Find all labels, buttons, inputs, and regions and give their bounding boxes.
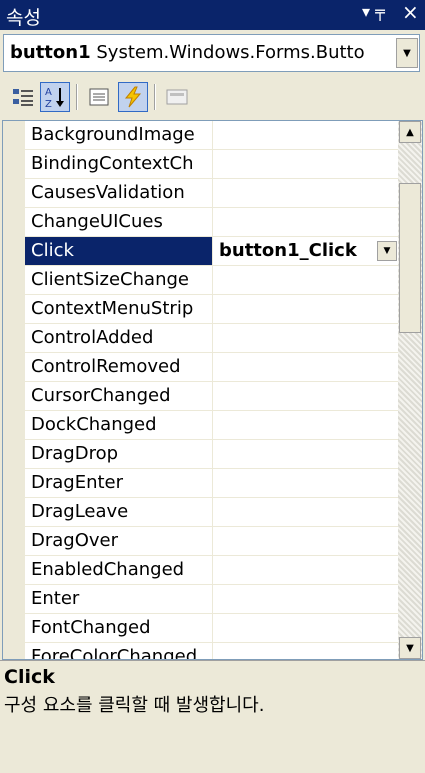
help-description: 구성 요소를 클릭할 때 발생합니다.: [4, 695, 265, 716]
grid-row-dragleave[interactable]: DragLeave: [25, 498, 399, 527]
grid-row-cursorchanged[interactable]: CursorChanged: [25, 382, 399, 411]
grid-row-enter[interactable]: Enter: [25, 585, 399, 614]
grid-row-bindingcontextchanged[interactable]: BindingContextCh: [25, 150, 399, 179]
alphabetical-icon: A Z: [45, 87, 64, 109]
object-type: System.Windows.Forms.Butto: [96, 42, 365, 63]
value-dropdown-icon[interactable]: ▼: [377, 241, 397, 261]
properties-icon: [89, 88, 109, 106]
grid-row-dragdrop[interactable]: DragDrop: [25, 440, 399, 469]
grid-row-enabledchanged[interactable]: EnabledChanged: [25, 556, 399, 585]
grid-row-fontchanged[interactable]: FontChanged: [25, 614, 399, 643]
window-title: 속성: [6, 7, 41, 29]
properties-button[interactable]: [84, 82, 114, 112]
grid-row-controladded[interactable]: ControlAdded: [25, 324, 399, 353]
help-panel: Click 구성 요소를 클릭할 때 발생합니다.: [0, 660, 425, 773]
property-pages-icon: [166, 89, 188, 105]
properties-titlebar: 속성 ▾ ╤ ×: [0, 0, 425, 30]
grid-row-clientsizechanged[interactable]: ClientSizeChange: [25, 266, 399, 295]
svg-text:Z: Z: [45, 99, 52, 109]
scroll-up-icon[interactable]: ▲: [399, 121, 421, 143]
grid-row-click[interactable]: Click button1_Click ▼: [25, 237, 399, 266]
categorized-icon: [13, 89, 33, 106]
object-selector[interactable]: button1 System.Windows.Forms.Butto ▼: [3, 34, 420, 72]
grid-row-causesvalidation[interactable]: CausesValidation: [25, 179, 399, 208]
grid-row-dragenter[interactable]: DragEnter: [25, 469, 399, 498]
chevron-down-icon[interactable]: ▼: [396, 38, 418, 68]
help-title: Click: [4, 666, 55, 688]
selected-property-name: Click: [25, 237, 213, 265]
object-name: button1: [10, 42, 91, 63]
grid-row-backgroundimage[interactable]: BackgroundImage: [25, 121, 399, 150]
click-handler-value[interactable]: button1_Click: [214, 237, 399, 265]
toolbar: A Z: [0, 76, 425, 118]
property-grid: BackgroundImage BindingContextCh CausesV…: [2, 120, 423, 660]
grid-row-changeuicues[interactable]: ChangeUICues: [25, 208, 399, 237]
categorized-button[interactable]: [8, 82, 38, 112]
alphabetical-button[interactable]: A Z: [40, 82, 70, 112]
grid-margin: [3, 121, 25, 659]
property-pages-button[interactable]: [162, 82, 192, 112]
vertical-scrollbar[interactable]: ▲ ▼: [398, 121, 422, 659]
grid-row-dragover[interactable]: DragOver: [25, 527, 399, 556]
events-button[interactable]: [118, 82, 148, 112]
pin-icon[interactable]: ▾ ╤: [362, 2, 385, 21]
grid-row-contextmenustrip[interactable]: ContextMenuStrip: [25, 295, 399, 324]
grid-row-forecolorchanged[interactable]: ForeColorChanged: [25, 643, 399, 659]
grid-row-controlremoved[interactable]: ControlRemoved: [25, 353, 399, 382]
grid-row-dockchanged[interactable]: DockChanged: [25, 411, 399, 440]
events-icon: [124, 86, 142, 108]
svg-text:A: A: [45, 87, 52, 98]
scroll-thumb[interactable]: [399, 183, 421, 333]
close-icon[interactable]: ×: [402, 0, 419, 24]
scroll-down-icon[interactable]: ▼: [399, 637, 421, 659]
